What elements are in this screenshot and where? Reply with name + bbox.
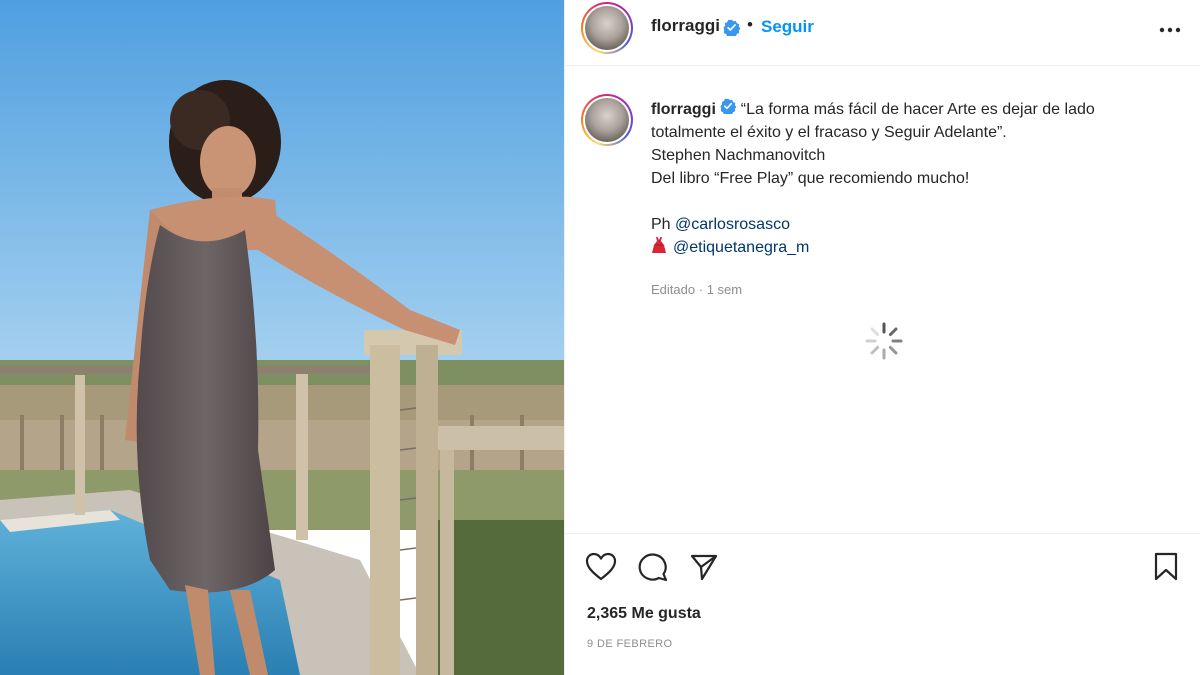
comment-icon[interactable] bbox=[637, 552, 669, 587]
caption-line: florraggi “La forma más fácil de hacer A… bbox=[651, 98, 1171, 121]
caption-avatar[interactable] bbox=[581, 94, 633, 146]
bookmark-icon[interactable] bbox=[1153, 552, 1179, 587]
verified-badge-icon bbox=[720, 98, 737, 121]
likes-count[interactable]: 2,365 Me gusta bbox=[587, 605, 701, 623]
post-panel: florraggi • Seguir florraggi “La forma m… bbox=[564, 0, 1200, 675]
caption-quote-line1: “La forma más fácil de hacer Arte es dej… bbox=[740, 101, 1095, 118]
post-meta: Editado · 1 sem bbox=[651, 282, 742, 297]
follow-button[interactable]: Seguir bbox=[761, 17, 814, 37]
verified-badge-icon bbox=[723, 19, 741, 41]
share-icon[interactable] bbox=[689, 552, 719, 587]
loading-spinner-icon bbox=[864, 321, 904, 366]
heart-icon[interactable] bbox=[585, 552, 617, 587]
photographer-mention[interactable]: @carlosrosasco bbox=[675, 216, 790, 233]
caption-text: florraggi “La forma más fácil de hacer A… bbox=[651, 98, 1171, 261]
avatar[interactable] bbox=[581, 2, 633, 54]
separator-dot: • bbox=[747, 15, 753, 34]
caption-brand: @etiquetanegra_m bbox=[651, 236, 1171, 261]
post-actions: 2,365 Me gusta 9 DE FEBRERO bbox=[565, 533, 1200, 675]
credit-prefix: Ph bbox=[651, 216, 676, 234]
more-options-icon[interactable] bbox=[1159, 20, 1181, 38]
caption-quote-line2: totalmente el éxito y el fracaso y Segui… bbox=[651, 124, 1007, 142]
red-dress-icon bbox=[651, 236, 667, 261]
brand-mention[interactable]: @etiquetanegra_m bbox=[673, 239, 809, 256]
instagram-post: florraggi • Seguir florraggi “La forma m… bbox=[0, 0, 1200, 675]
post-age[interactable]: 1 sem bbox=[707, 282, 742, 297]
caption-book: Del libro “Free Play” que recomiendo muc… bbox=[651, 170, 970, 188]
caption-username[interactable]: florraggi bbox=[651, 101, 716, 118]
post-header: florraggi • Seguir bbox=[565, 0, 1200, 66]
post-date[interactable]: 9 DE FEBRERO bbox=[587, 638, 673, 650]
meta-dot: · bbox=[698, 282, 704, 297]
caption-author: Stephen Nachmanovitch bbox=[651, 147, 826, 165]
post-photo[interactable] bbox=[0, 0, 564, 675]
caption-credit: Ph @carlosrosasco bbox=[651, 213, 1171, 236]
edited-label: Editado bbox=[651, 282, 696, 297]
username-link[interactable]: florraggi bbox=[651, 16, 720, 36]
